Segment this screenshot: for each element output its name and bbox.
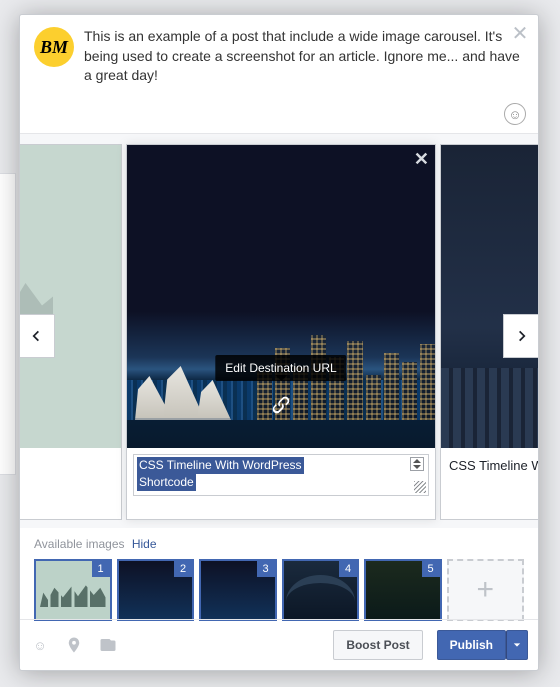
thumb-4[interactable]: 4 (282, 559, 360, 621)
remove-image-icon[interactable]: ✕ (414, 149, 429, 170)
available-images: Available images Hide 1 2 3 4 5 + (34, 537, 524, 621)
tag-icon[interactable] (98, 635, 118, 655)
thumb-badge: 4 (339, 561, 357, 577)
emoji-footer-icon[interactable]: ☺ (30, 635, 50, 655)
available-images-heading: Available images Hide (34, 537, 524, 551)
avatar[interactable]: BM (34, 27, 74, 67)
card-title-input[interactable]: CSS Timeline With WordPress Shortcode (133, 454, 429, 496)
thumb-2[interactable]: 2 (117, 559, 195, 621)
boost-post-button[interactable]: Boost Post (333, 630, 422, 660)
post-text[interactable]: This is an example of a post that includ… (84, 27, 524, 86)
thumb-3[interactable]: 3 (199, 559, 277, 621)
thumb-row: 1 2 3 4 5 + (34, 559, 524, 621)
thumb-badge: 2 (174, 561, 192, 577)
carousel-next-button[interactable] (503, 314, 538, 358)
carousel-card-prev-caption: rtcode (20, 448, 121, 474)
publish-dropdown-button[interactable] (506, 630, 528, 660)
thumb-badge: 5 (422, 561, 440, 577)
carousel: rtcode ✕ Edit Destination URL CSS Timeli… (20, 133, 538, 528)
carousel-card-next-image (441, 145, 538, 448)
chevron-left-icon (29, 329, 43, 343)
edit-url-tooltip: Edit Destination URL (215, 355, 346, 381)
background-card (0, 173, 16, 475)
location-icon[interactable] (64, 635, 84, 655)
stepper-icon[interactable] (410, 457, 424, 471)
thumb-badge: 1 (92, 561, 110, 577)
carousel-card-next-caption: CSS Timeline W (441, 448, 538, 474)
close-icon[interactable]: ✕ (510, 23, 530, 43)
chevron-right-icon (515, 329, 529, 343)
link-icon[interactable] (267, 391, 295, 419)
available-images-label: Available images (34, 537, 125, 551)
composer-header: BM This is an example of a post that inc… (20, 15, 538, 100)
carousel-card-main: ✕ Edit Destination URL CSS Timeline With… (126, 144, 436, 520)
emoji-icon[interactable]: ☺ (504, 103, 526, 125)
publish-button[interactable]: Publish (437, 630, 506, 660)
carousel-card-prev-image (20, 145, 121, 448)
add-image-button[interactable]: + (447, 559, 525, 621)
chevron-down-icon (513, 641, 521, 649)
title-line-1: CSS Timeline With WordPress (137, 457, 304, 474)
thumb-badge: 3 (257, 561, 275, 577)
thumb-5[interactable]: 5 (364, 559, 442, 621)
carousel-card-main-image[interactable]: ✕ Edit Destination URL (127, 145, 435, 448)
carousel-prev-button[interactable] (20, 314, 55, 358)
title-line-2: Shortcode (137, 474, 196, 491)
composer-footer: ☺ Boost Post Publish (20, 619, 538, 670)
thumb-1[interactable]: 1 (34, 559, 112, 621)
hide-thumbs-link[interactable]: Hide (132, 537, 157, 551)
resize-handle-icon[interactable] (414, 481, 426, 493)
composer-modal: ✕ BM This is an example of a post that i… (19, 14, 539, 671)
